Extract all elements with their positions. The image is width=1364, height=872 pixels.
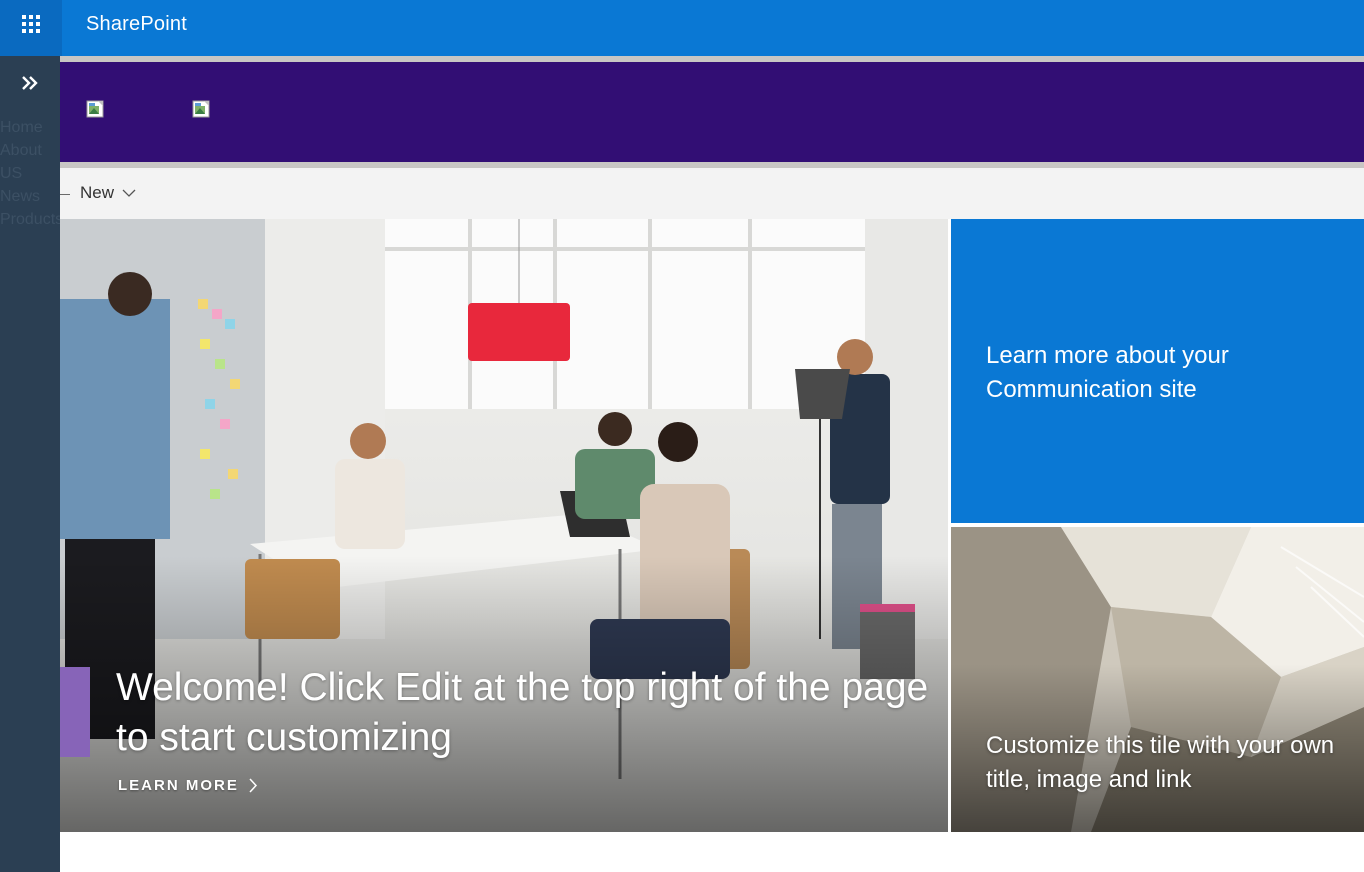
hero-tile-2-title: Customize this tile with your own title,…: [986, 732, 1335, 793]
chevron-down-icon: [122, 189, 136, 197]
site-header-banner: [60, 62, 1364, 162]
command-bar: New: [60, 168, 1364, 219]
chevron-right-icon: [249, 778, 257, 793]
suite-title[interactable]: SharePoint: [86, 13, 187, 36]
suite-bar: SharePoint: [0, 0, 1364, 56]
hero-tile-communication-site[interactable]: Learn more about your Communication site: [951, 219, 1364, 523]
app-launcher-icon: [22, 15, 40, 33]
new-button-label: New: [80, 183, 115, 202]
learn-more-label: LEARN MORE: [118, 777, 239, 794]
broken-image-icon[interactable]: [192, 100, 212, 120]
expand-nav-button[interactable]: [10, 66, 50, 100]
broken-image-icon[interactable]: [86, 100, 106, 120]
hero-tile-1-title: Learn more about your Communication site: [986, 342, 1229, 403]
divider: [60, 194, 70, 195]
hero-main-tile[interactable]: Welcome! Click Edit at the top right of …: [60, 219, 948, 832]
nav-item-about-us[interactable]: About US: [0, 139, 48, 185]
new-button[interactable]: New: [80, 183, 136, 203]
hero-tile-customize[interactable]: Customize this tile with your own title,…: [951, 527, 1364, 832]
hero-main-title: Welcome! Click Edit at the top right of …: [116, 666, 929, 759]
learn-more-link[interactable]: LEARN MORE: [118, 777, 258, 794]
accent-bar: [60, 667, 90, 757]
double-chevron-right-icon: [22, 76, 38, 90]
app-launcher-button[interactable]: [0, 0, 62, 56]
